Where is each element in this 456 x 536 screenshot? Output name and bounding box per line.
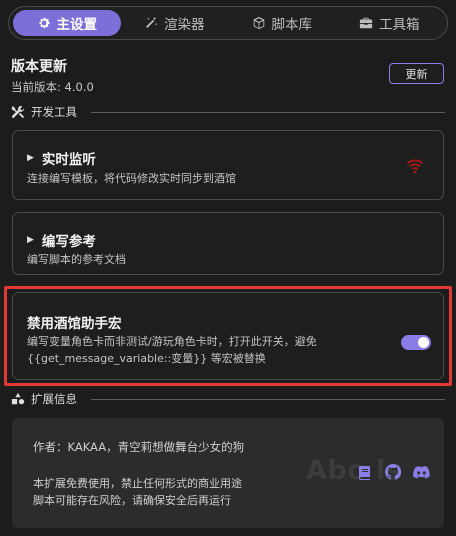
wifi-icon (406, 159, 424, 174)
expand-triangle-icon: ▶ (27, 235, 34, 245)
ext-info-box: Abo ls 作者：KAKAA，青空莉想做舞台少女的狗 本扩展免费使用，禁止任何… (12, 418, 444, 528)
tab-bar: 主设置 渲染器 脚本库 工具箱 (8, 6, 448, 40)
tab-toolbox[interactable]: 工具箱 (336, 10, 444, 36)
gear-icon (38, 17, 50, 29)
ext-info-label: 扩展信息 (31, 392, 77, 406)
tab-label: 渲染器 (164, 17, 205, 33)
book-icon[interactable] (356, 463, 374, 481)
realtime-listen-card[interactable]: ▶ 实时监听 连接编写模板，将代码修改实时同步到酒馆 (12, 130, 444, 200)
disable-macro-card: 禁用酒馆助手宏 编写变量角色卡而非测试/游玩角色卡时，打开此开关，避免 {{ge… (12, 292, 444, 380)
reference-card[interactable]: ▶ 编写参考 编写脚本的参考文档 (12, 212, 444, 275)
desc-line: {{get_message_variable::变量}} 等宏被替换 (27, 352, 266, 365)
toolbox-icon (359, 17, 373, 29)
current-version: 当前版本: 4.0.0 (11, 80, 94, 94)
wrench-screwdriver-icon (11, 105, 24, 118)
magic-wand-icon (146, 16, 158, 28)
disable-macro-title: 禁用酒馆助手宏 (27, 316, 122, 332)
tab-main-settings[interactable]: 主设置 (13, 10, 121, 36)
disable-macro-desc: 编写变量角色卡而非测试/游玩角色卡时，打开此开关，避免 {{get_messag… (27, 333, 317, 367)
tab-renderer[interactable]: 渲染器 (121, 10, 229, 36)
license-line: 本扩展免费使用，禁止任何形式的商业用途 (33, 477, 242, 490)
license-line: 脚本可能存在风险，请确保安全后再运行 (33, 494, 231, 507)
realtime-desc: 连接编写模板，将代码修改实时同步到酒馆 (27, 172, 236, 185)
reference-desc: 编写脚本的参考文档 (27, 253, 126, 266)
realtime-title: 实时监听 (41, 152, 96, 168)
divider (91, 111, 445, 113)
reference-title: 编写参考 (41, 234, 96, 250)
desc-line: 编写变量角色卡而非测试/游玩角色卡时，打开此开关，避免 (27, 335, 317, 348)
tab-label: 脚本库 (271, 17, 313, 33)
expand-triangle-icon: ▶ (27, 153, 34, 163)
divider (91, 398, 445, 400)
realtime-title-row: ▶ 实时监听 (27, 148, 96, 168)
link-icons (356, 463, 430, 481)
dev-tools-label: 开发工具 (31, 105, 77, 119)
ext-info-header: 扩展信息 (11, 391, 445, 407)
update-button[interactable]: 更新 (389, 63, 444, 84)
discord-icon[interactable] (412, 463, 430, 481)
version-title: 版本更新 (11, 59, 67, 75)
shapes-icon (11, 392, 25, 405)
disable-macro-toggle[interactable] (401, 335, 431, 350)
toggle-knob (418, 337, 429, 348)
reference-title-row: ▶ 编写参考 (27, 230, 96, 250)
author-text: 作者：KAKAA，青空莉想做舞台少女的狗 (33, 440, 245, 454)
dev-tools-header: 开发工具 (11, 104, 445, 120)
tab-label: 工具箱 (379, 17, 420, 33)
cube-icon (253, 16, 264, 30)
tab-label: 主设置 (56, 17, 98, 33)
tab-script-library[interactable]: 脚本库 (228, 10, 336, 36)
license-text: 本扩展免费使用，禁止任何形式的商业用途 脚本可能存在风险，请确保安全后再运行 (33, 475, 242, 509)
github-icon[interactable] (384, 463, 402, 481)
